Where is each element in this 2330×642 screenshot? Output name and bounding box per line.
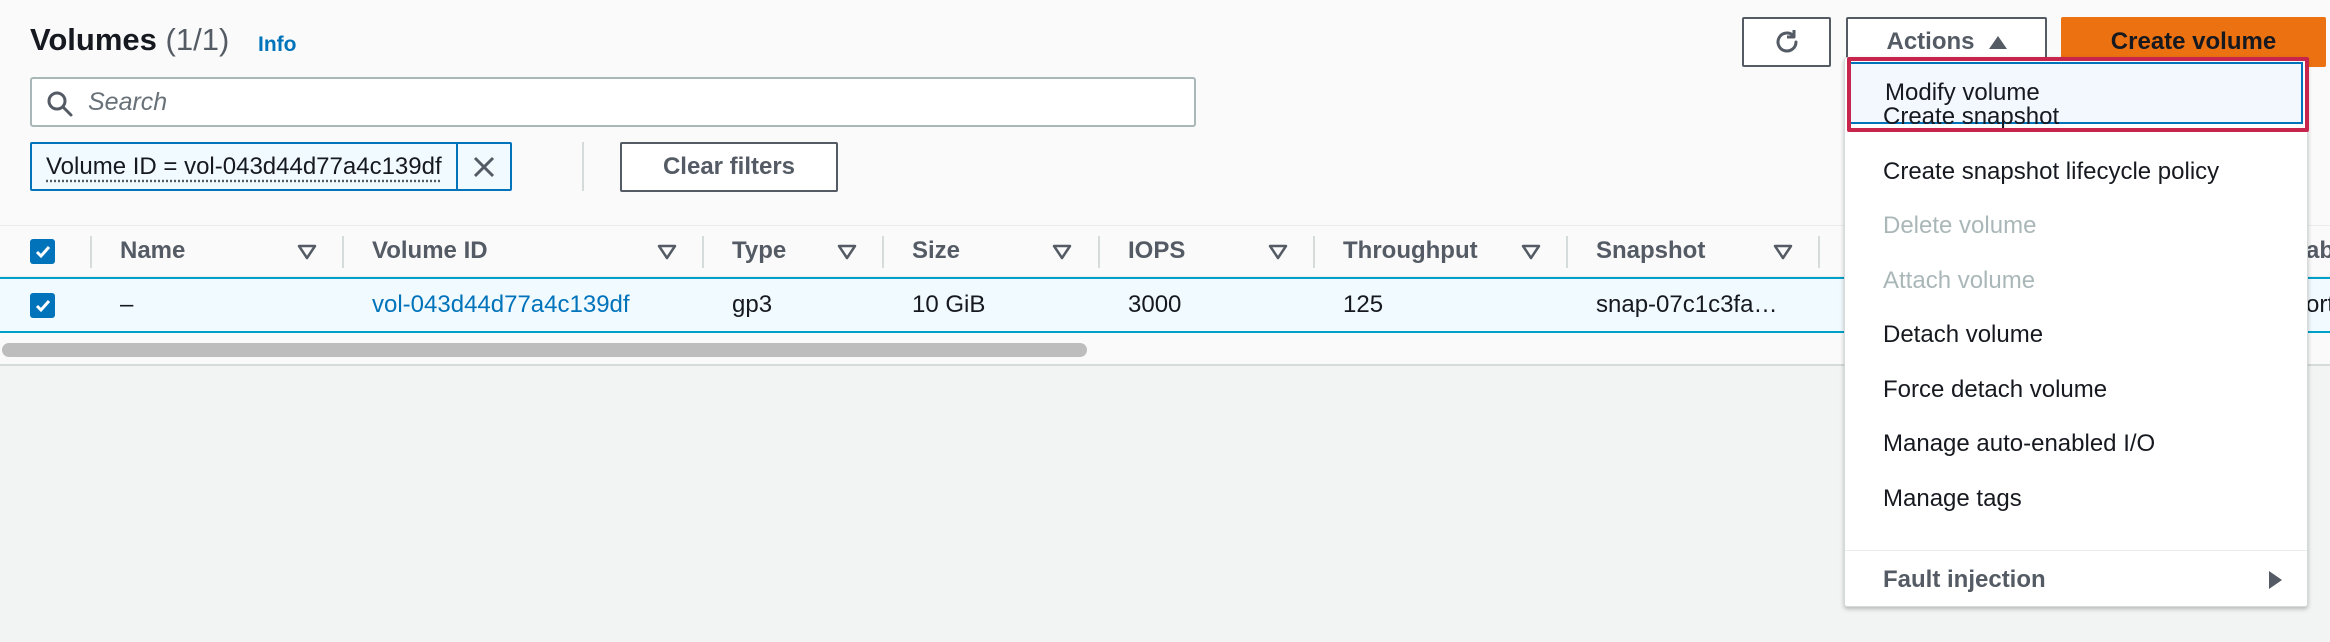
scrollbar-thumb[interactable] bbox=[2, 343, 1087, 357]
actions-menu: Modify volume Create snapshot Create sna… bbox=[1844, 57, 2308, 607]
fault-injection-label: Fault injection bbox=[1883, 566, 2046, 593]
row-checkbox[interactable] bbox=[30, 293, 55, 318]
cell-type: gp3 bbox=[732, 291, 773, 318]
column-separator bbox=[702, 236, 704, 268]
menu-item-detach-volume[interactable]: Detach volume bbox=[1845, 308, 2307, 362]
column-header-name[interactable]: Name bbox=[120, 226, 185, 276]
search-box[interactable] bbox=[30, 77, 1196, 127]
column-header-throughput[interactable]: Throughput bbox=[1343, 226, 1478, 276]
column-header-snapshot[interactable]: Snapshot bbox=[1596, 226, 1705, 276]
check-icon bbox=[35, 245, 50, 258]
caret-right-icon bbox=[2269, 571, 2282, 589]
cell-name: – bbox=[120, 291, 134, 318]
cell-volume-id-link[interactable]: vol-043d44d77a4c139df bbox=[372, 279, 630, 331]
column-header-iops[interactable]: IOPS bbox=[1128, 226, 1185, 276]
menu-item-manage-tags[interactable]: Manage tags bbox=[1845, 472, 2307, 526]
menu-item-force-detach-volume[interactable]: Force detach volume bbox=[1845, 363, 2307, 417]
clear-filters-button[interactable]: Clear filters bbox=[620, 142, 838, 192]
selection-count: (1/1) bbox=[165, 22, 230, 57]
cell-iops: 3000 bbox=[1128, 291, 1182, 318]
refresh-icon bbox=[1776, 30, 1797, 53]
remove-filter-button[interactable] bbox=[458, 144, 510, 189]
column-separator bbox=[1098, 236, 1100, 268]
close-icon bbox=[473, 156, 494, 177]
cell-throughput: 125 bbox=[1343, 291, 1384, 318]
column-separator bbox=[342, 236, 344, 268]
menu-divider bbox=[1845, 550, 2307, 551]
page-title-text: Volumes bbox=[30, 22, 157, 57]
refresh-button[interactable] bbox=[1742, 17, 1831, 67]
sort-icon[interactable] bbox=[837, 243, 857, 261]
check-icon bbox=[35, 299, 50, 312]
column-header-type[interactable]: Type bbox=[732, 226, 786, 276]
actions-label: Actions bbox=[1886, 28, 1975, 55]
sort-icon[interactable] bbox=[1052, 243, 1072, 261]
caret-up-icon bbox=[1988, 35, 2007, 49]
filter-divider bbox=[582, 142, 584, 191]
column-separator bbox=[1566, 236, 1568, 268]
column-separator bbox=[1313, 236, 1315, 268]
filter-token-label: Volume ID = vol-043d44d77a4c139df bbox=[32, 144, 458, 189]
menu-item-create-snapshot[interactable]: Create snapshot bbox=[1845, 90, 2307, 144]
column-header-size[interactable]: Size bbox=[912, 226, 960, 276]
sort-icon[interactable] bbox=[657, 243, 677, 261]
sort-icon[interactable] bbox=[1773, 243, 1793, 261]
cell-overflow: ort bbox=[2306, 291, 2330, 318]
menu-group-fault-injection[interactable]: Fault injection bbox=[1845, 553, 2307, 607]
column-separator bbox=[90, 236, 92, 268]
menu-item-create-snapshot-lifecycle-policy[interactable]: Create snapshot lifecycle policy bbox=[1845, 145, 2307, 199]
page-title: Volumes (1/1) bbox=[30, 22, 229, 58]
column-header-overflow: ab bbox=[2306, 237, 2330, 264]
menu-item-manage-auto-enabled-io[interactable]: Manage auto-enabled I/O bbox=[1845, 417, 2307, 471]
column-separator bbox=[882, 236, 884, 268]
column-separator bbox=[1818, 236, 1820, 268]
select-all-checkbox[interactable] bbox=[30, 239, 55, 264]
cell-snapshot: snap-07c1c3fa… bbox=[1596, 291, 1778, 318]
sort-icon[interactable] bbox=[1268, 243, 1288, 261]
menu-item-attach-volume: Attach volume bbox=[1883, 267, 2036, 294]
search-icon bbox=[47, 91, 73, 117]
search-input[interactable] bbox=[88, 85, 1178, 119]
sort-icon[interactable] bbox=[297, 243, 317, 261]
menu-item-delete-volume: Delete volume bbox=[1883, 212, 2037, 239]
sort-icon[interactable] bbox=[1521, 243, 1541, 261]
info-link[interactable]: Info bbox=[258, 33, 296, 57]
cell-size: 10 GiB bbox=[912, 291, 986, 318]
column-header-volume-id[interactable]: Volume ID bbox=[372, 226, 488, 276]
filter-token: Volume ID = vol-043d44d77a4c139df bbox=[30, 142, 512, 191]
